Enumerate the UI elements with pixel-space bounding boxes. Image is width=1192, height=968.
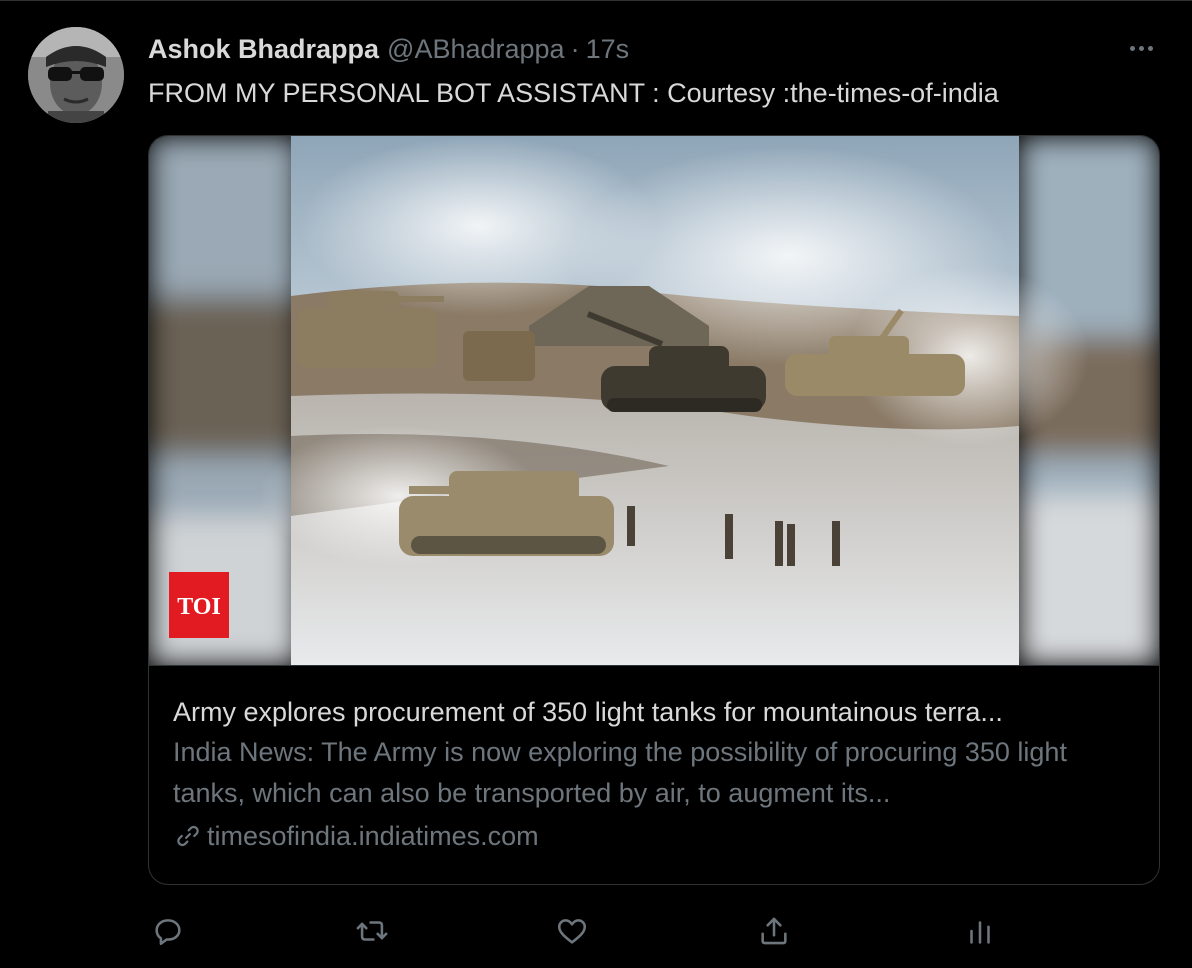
card-body: Army explores procurement of 350 light t…: [173, 692, 1133, 856]
reply-button[interactable]: [148, 907, 188, 955]
tweet-text: FROM MY PERSONAL BOT ASSISTANT : Courtes…: [148, 78, 999, 108]
share-button[interactable]: [754, 907, 794, 955]
avatar[interactable]: [28, 27, 124, 123]
tweet-header: Ashok Bhadrappa @ABhadrappa · 17s: [148, 31, 629, 67]
author-name[interactable]: Ashok Bhadrappa: [148, 31, 379, 67]
author-handle[interactable]: @ABhadrappa: [387, 31, 565, 67]
link-card[interactable]: TOI Army explores procurement of 350 lig…: [148, 135, 1160, 885]
retweet-button[interactable]: [352, 907, 392, 955]
analytics-icon: [970, 921, 990, 944]
analytics-button[interactable]: [960, 907, 1000, 955]
share-icon: [761, 917, 787, 945]
heart-icon: [557, 919, 587, 944]
card-title: Army explores procurement of 350 light t…: [173, 697, 1003, 727]
like-button[interactable]: [552, 907, 592, 955]
link-icon: [177, 825, 199, 847]
tweet-actions: [148, 907, 1008, 955]
tweet[interactable]: Ashok Bhadrappa @ABhadrappa · 17s FROM M…: [0, 0, 1192, 968]
retweet-icon: [356, 921, 388, 941]
card-domain: timesofindia.indiatimes.com: [173, 816, 1133, 856]
avatar-image: [28, 27, 124, 123]
reply-icon: [155, 919, 181, 946]
timestamp[interactable]: 17s: [586, 31, 630, 67]
card-image: TOI: [149, 136, 1159, 666]
card-description: India News: The Army is now exploring th…: [173, 737, 1067, 808]
separator-dot: ·: [570, 34, 580, 64]
toi-logo-text: TOI: [177, 594, 221, 620]
more-options-icon[interactable]: [1118, 31, 1164, 65]
card-domain-text: timesofindia.indiatimes.com: [207, 821, 539, 851]
